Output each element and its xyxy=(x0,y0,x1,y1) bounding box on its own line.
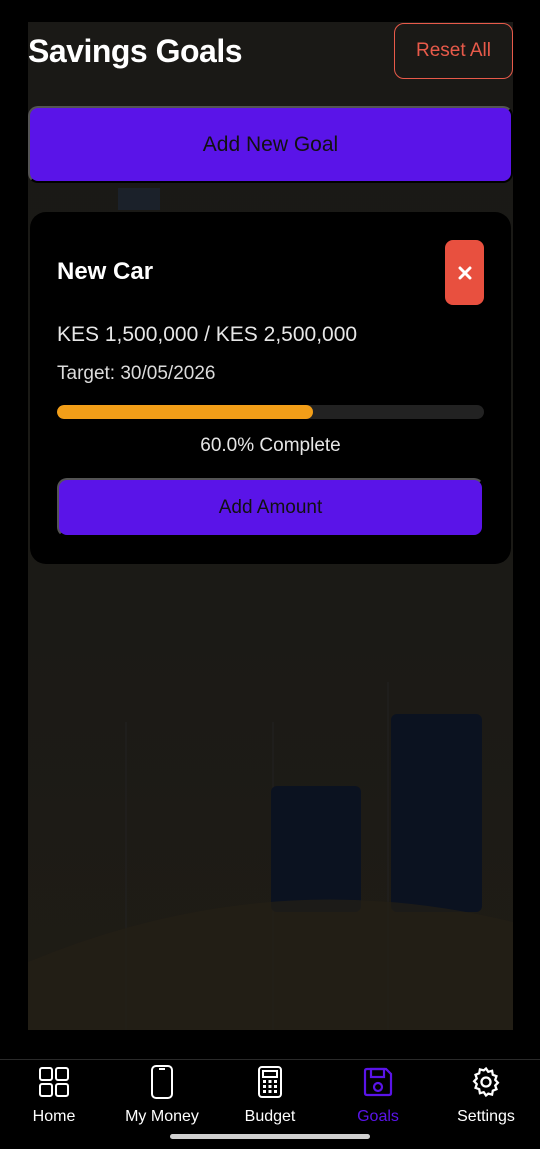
delete-goal-button[interactable] xyxy=(445,240,484,305)
nav-label: Budget xyxy=(244,1108,296,1125)
calculator-icon xyxy=(252,1064,288,1100)
goal-card: New Car KES 1,500,000 / KES 2,500,000 Ta… xyxy=(30,212,511,564)
goal-target-date: Target: 30/05/2026 xyxy=(57,363,216,384)
close-icon xyxy=(458,266,471,279)
nav-label: Settings xyxy=(457,1108,515,1125)
header: Savings Goals Reset All xyxy=(28,22,513,80)
home-indicator xyxy=(170,1134,370,1139)
nav-label: My Money xyxy=(125,1108,199,1125)
gear-icon xyxy=(468,1064,504,1100)
reset-all-button[interactable]: Reset All xyxy=(394,23,513,79)
nav-item-settings[interactable]: Settings xyxy=(432,1060,540,1149)
goal-progress-bar xyxy=(57,405,484,419)
nav-item-home[interactable]: Home xyxy=(0,1060,108,1149)
goal-progress-fill xyxy=(57,405,314,419)
nav-label: Home xyxy=(32,1108,76,1125)
phone-icon xyxy=(144,1064,180,1100)
goal-amount: KES 1,500,000 / KES 2,500,000 xyxy=(57,323,358,346)
add-new-goal-button[interactable]: Add New Goal xyxy=(28,106,513,183)
goal-name: New Car xyxy=(57,258,154,285)
nav-label: Goals xyxy=(357,1108,399,1125)
goal-progress-text: 60.0% Complete xyxy=(200,435,341,456)
page-title: Savings Goals xyxy=(28,32,243,69)
grid-icon xyxy=(36,1064,72,1100)
screen: Savings Goals Reset All Add New Goal New… xyxy=(0,0,540,1149)
save-icon xyxy=(360,1064,396,1100)
add-amount-button[interactable]: Add Amount xyxy=(57,478,484,537)
